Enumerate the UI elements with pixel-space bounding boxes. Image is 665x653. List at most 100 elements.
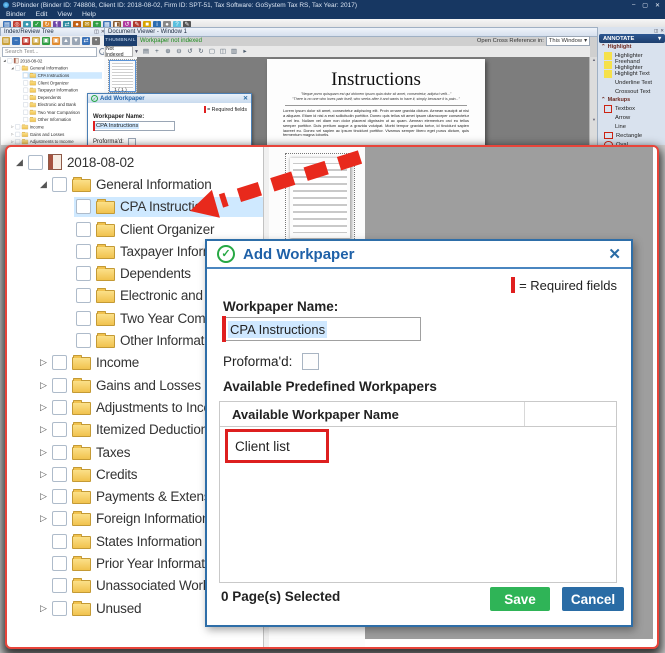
tree-checkbox[interactable]	[76, 311, 91, 326]
tree-checkbox[interactable]	[52, 467, 67, 482]
tree-collapsed-icon[interactable]: ▷	[37, 357, 50, 368]
workpaper-name-input[interactable]: CPA Instructions	[223, 317, 421, 341]
annotate-tool-rectangle[interactable]: Rectangle	[598, 131, 665, 140]
tree-checkbox[interactable]	[23, 95, 28, 100]
folder-yellow-icon[interactable]: ▣	[32, 37, 40, 45]
workpaper-name-input[interactable]: CPA Instructions	[93, 121, 175, 131]
tree-checkbox[interactable]	[52, 355, 67, 370]
zoom-out-icon[interactable]: ⊖	[175, 48, 183, 56]
close-panel-icon[interactable]: ✕	[660, 28, 664, 34]
rotate-right-icon[interactable]: ↻	[197, 48, 205, 56]
rotate-left-icon[interactable]: ↺	[186, 48, 194, 56]
tree-checkbox[interactable]	[76, 288, 91, 303]
annotate-tool-crossout-text[interactable]: Crossout Text	[598, 87, 665, 96]
tree-item-general-information[interactable]: ◢General Information	[1, 64, 102, 71]
annotate-section-markups[interactable]: ⌃Markups	[598, 96, 665, 104]
tree-checkbox[interactable]	[15, 132, 20, 137]
tree-item-client-organizer[interactable]: Client Organizer	[1, 79, 102, 86]
tree-checkbox[interactable]	[52, 378, 67, 393]
tree-checkbox[interactable]	[28, 155, 43, 170]
tree-checkbox[interactable]	[52, 601, 67, 616]
cross-reference-dropdown[interactable]: This Window ▾	[546, 36, 590, 46]
menu-view[interactable]: View	[57, 11, 72, 18]
tree-collapsed-icon[interactable]: ▷	[37, 424, 50, 435]
link-icon[interactable]: ⇄	[82, 37, 90, 45]
close-button[interactable]: ✕	[653, 2, 662, 9]
tree-checkbox[interactable]	[23, 80, 28, 85]
folder-red-icon[interactable]: ▣	[22, 37, 30, 45]
select-icon[interactable]: ▢	[208, 48, 216, 56]
new-folder-icon[interactable]: ▤	[2, 37, 10, 45]
folder-green-icon[interactable]: ▣	[42, 37, 50, 45]
close-icon[interactable]: ✕	[608, 245, 621, 263]
tree-checkbox[interactable]	[52, 578, 67, 593]
tab-not-indexed[interactable]: Not indexed	[105, 46, 133, 57]
tree-checkbox[interactable]	[52, 489, 67, 504]
annotate-tool-line[interactable]: Line	[598, 122, 665, 131]
tree-checkbox[interactable]	[76, 266, 91, 281]
save-button[interactable]: Save	[490, 587, 550, 611]
tree-checkbox[interactable]	[23, 102, 28, 107]
tree-checkbox[interactable]	[52, 177, 67, 192]
tree-checkbox[interactable]	[76, 199, 91, 214]
tree-checkbox[interactable]	[15, 66, 20, 71]
zoom-in-icon[interactable]: ⊕	[164, 48, 172, 56]
annotate-tool-underline-text[interactable]: Underline Text	[598, 78, 665, 87]
proforma-checkbox[interactable]	[302, 353, 319, 370]
tree-expanded-icon[interactable]: ◢	[13, 157, 26, 168]
filter-icon[interactable]: ▼	[134, 49, 139, 55]
collapse-icon[interactable]: −	[12, 37, 20, 45]
document-page[interactable]: Instructions "Neque porro quisquam est q…	[267, 59, 485, 145]
tree-checkbox[interactable]	[15, 139, 20, 144]
pan-hand-icon[interactable]: +	[153, 48, 161, 56]
maximize-button[interactable]: ▢	[640, 2, 650, 9]
tree-item-2018-08-02[interactable]: ◢2018-08-02	[1, 57, 102, 64]
down-icon[interactable]: ▼	[72, 37, 80, 45]
tree-checkbox[interactable]	[52, 511, 67, 526]
tree-checkbox[interactable]	[52, 422, 67, 437]
tree-collapsed-icon[interactable]: ▷	[37, 469, 50, 480]
split-view-icon[interactable]: ◫	[219, 48, 227, 56]
tree-checkbox[interactable]	[23, 88, 28, 93]
layout-icon[interactable]: ▥	[230, 48, 238, 56]
tree-item-cpa-instructions[interactable]: CPA Instructions	[1, 72, 102, 79]
folder-orange-icon[interactable]: ▣	[52, 37, 60, 45]
tree-collapsed-icon[interactable]: ▷	[37, 447, 50, 458]
menu-edit[interactable]: Edit	[36, 11, 48, 18]
tree-collapsed-icon[interactable]: ▷	[37, 402, 50, 413]
tree-checkbox[interactable]	[76, 244, 91, 259]
table-row-client-list[interactable]: Client list	[228, 439, 290, 454]
close-icon[interactable]: ✕	[243, 95, 248, 102]
tree-checkbox[interactable]	[76, 333, 91, 348]
tree-collapsed-icon[interactable]: ▷	[37, 380, 50, 391]
pin-icon[interactable]: ◫	[654, 28, 658, 34]
tree-checkbox[interactable]	[23, 110, 28, 115]
tree-checkbox[interactable]	[23, 73, 28, 78]
annotate-tool-arrow[interactable]: Arrow	[598, 113, 665, 122]
tree-checkbox[interactable]	[15, 124, 20, 129]
menu-help[interactable]: Help	[82, 11, 96, 18]
annotate-tool-freehand-highlighter[interactable]: Freehand Highlighter	[598, 60, 665, 69]
annotate-section-highlight[interactable]: ⌃Highlight	[598, 43, 665, 51]
annotate-tool-textbox[interactable]: Textbox	[598, 104, 665, 113]
tab-thumbnail[interactable]: THUMBNAIL	[104, 35, 137, 46]
tree-collapsed-icon[interactable]: ▷	[37, 491, 50, 502]
pointer-icon[interactable]: ▸	[241, 48, 249, 56]
cancel-button[interactable]: Cancel	[562, 587, 624, 611]
tree-checkbox[interactable]	[76, 222, 91, 237]
more-icon[interactable]: •	[92, 37, 100, 45]
tree-checkbox[interactable]	[52, 445, 67, 460]
tree-collapsed-icon[interactable]: ▷	[37, 513, 50, 524]
tree-checkbox[interactable]	[52, 556, 67, 571]
print-icon[interactable]: ▤	[142, 48, 150, 56]
pin-icon[interactable]: ◫	[93, 29, 100, 35]
tree-checkbox[interactable]	[7, 58, 12, 63]
search-input[interactable]: Search Text...	[2, 47, 97, 57]
tree-expanded-icon[interactable]: ◢	[37, 179, 50, 190]
tree-collapsed-icon[interactable]: ▷	[37, 603, 50, 614]
menu-binder[interactable]: Binder	[6, 11, 26, 18]
annotate-header[interactable]: ANNOTATE ▾	[599, 34, 665, 43]
minimize-button[interactable]: –	[630, 2, 637, 8]
tree-checkbox[interactable]	[23, 117, 28, 122]
tree-checkbox[interactable]	[52, 534, 67, 549]
